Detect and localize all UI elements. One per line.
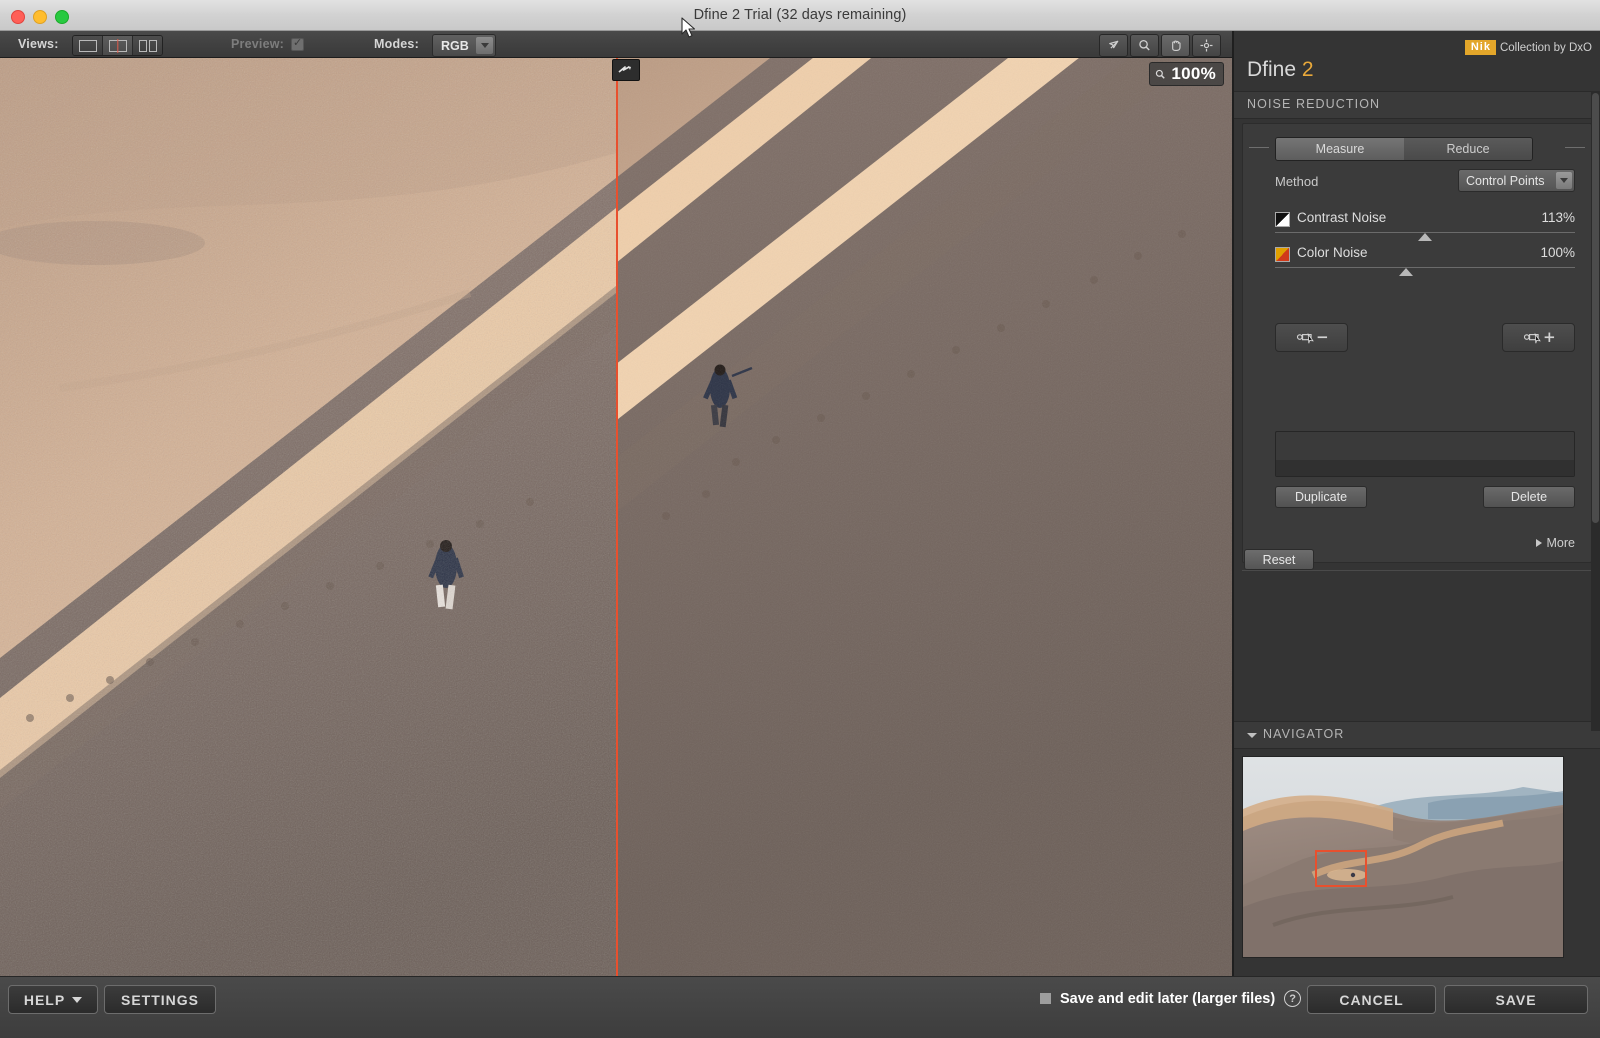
chevron-down-icon — [1556, 172, 1572, 189]
navigator-thumbnail[interactable] — [1242, 756, 1564, 958]
split-preview-divider[interactable] — [616, 58, 618, 976]
navigator-section-header[interactable]: NAVIGATOR — [1234, 721, 1600, 749]
panel-scrollbar[interactable] — [1591, 91, 1600, 731]
window-title: Dfine 2 Trial (32 days remaining) — [0, 7, 1600, 23]
remove-control-point-button[interactable] — [1275, 323, 1348, 352]
contrast-noise-value: 113% — [1541, 210, 1575, 225]
panel-scrollbar-thumb[interactable] — [1592, 93, 1599, 523]
modes-label: Modes: — [374, 37, 419, 51]
modes-select[interactable]: RGB — [432, 34, 496, 57]
method-select[interactable]: Control Points — [1458, 169, 1575, 192]
views-label: Views: — [18, 37, 59, 51]
duplicate-button[interactable]: Duplicate — [1275, 486, 1367, 508]
right-side-panel: Nik Collection by DxO Dfine 2 NOISE REDU… — [1232, 31, 1600, 976]
dune-photo-after — [616, 58, 1232, 976]
settings-button[interactable]: SETTINGS — [104, 985, 216, 1014]
split-divider-handle[interactable] — [612, 59, 640, 81]
magnifier-icon — [1137, 38, 1152, 53]
contrast-noise-label: Contrast Noise — [1297, 210, 1386, 225]
dual-pane-icon — [139, 40, 157, 52]
navigator-image — [1243, 757, 1563, 957]
plugin-title: Dfine 2 — [1247, 58, 1314, 82]
preview-after-pane — [616, 58, 1232, 976]
image-preview-canvas[interactable]: 100% — [0, 58, 1232, 976]
save-and-edit-later-option[interactable]: Save and edit later (larger files) ? — [1040, 990, 1301, 1007]
window-title-bar: Dfine 2 Trial (32 days remaining) — [0, 0, 1600, 31]
color-noise-thumb[interactable] — [1399, 268, 1413, 276]
pan-tool-button[interactable] — [1161, 34, 1190, 57]
split-view-button[interactable] — [103, 36, 133, 55]
color-noise-swatch — [1275, 247, 1290, 262]
tab-left-rule — [1249, 147, 1269, 148]
color-noise-label: Color Noise — [1297, 245, 1368, 260]
reset-button[interactable]: Reset — [1244, 549, 1314, 570]
add-control-point-button[interactable] — [1502, 323, 1575, 352]
question-mark-icon[interactable]: ? — [1284, 990, 1301, 1007]
preview-checkbox[interactable] — [291, 38, 304, 51]
more-label: More — [1547, 536, 1575, 550]
preview-label: Preview: — [231, 37, 284, 51]
save-later-label: Save and edit later (larger files) — [1060, 991, 1275, 1007]
zoom-level-badge[interactable]: 100% — [1149, 62, 1224, 86]
pointer-tool-button[interactable] — [1099, 34, 1128, 57]
tool-button-group — [1099, 34, 1221, 57]
control-point-tool-button[interactable] — [1192, 34, 1221, 57]
tab-measure[interactable]: Measure — [1276, 138, 1404, 160]
single-view-button[interactable] — [73, 36, 103, 55]
zoom-tool-button[interactable] — [1130, 34, 1159, 57]
single-pane-icon — [79, 40, 97, 52]
navigator-title: NAVIGATOR — [1263, 727, 1344, 741]
chevron-right-icon — [1536, 539, 1542, 547]
modes-value: RGB — [433, 39, 469, 53]
method-label: Method — [1275, 174, 1318, 189]
help-label: HELP — [24, 992, 65, 1008]
color-noise-value: 100% — [1540, 245, 1575, 260]
chevron-down-icon — [72, 997, 82, 1003]
control-point-minus-icon — [1296, 330, 1328, 346]
zoom-level-value: 100% — [1171, 64, 1216, 84]
cancel-button[interactable]: CANCEL — [1307, 985, 1436, 1014]
control-point-list[interactable] — [1275, 431, 1575, 477]
delete-button[interactable]: Delete — [1483, 486, 1575, 508]
nik-collection-logo: Nik Collection by DxO — [1465, 40, 1592, 55]
split-drag-icon — [617, 64, 635, 76]
contrast-noise-thumb[interactable] — [1418, 233, 1432, 241]
control-point-plus-icon — [1523, 330, 1555, 346]
plugin-version: 2 — [1302, 58, 1314, 81]
nik-logo-mark: Nik — [1465, 40, 1496, 55]
dune-photo-before — [0, 58, 616, 976]
noise-reduction-section-header: NOISE REDUCTION — [1234, 91, 1600, 119]
color-noise-track[interactable] — [1275, 267, 1575, 268]
chevron-down-icon — [476, 37, 493, 54]
reset-separator — [1242, 570, 1592, 571]
control-point-icon — [1199, 38, 1214, 53]
dfine-application-window: Dfine 2 Trial (32 days remaining) Views:… — [0, 0, 1600, 1038]
method-value: Control Points — [1459, 174, 1545, 188]
more-toggle[interactable]: More — [1536, 536, 1575, 550]
plugin-name: Dfine — [1247, 58, 1296, 81]
magnifier-icon — [1154, 68, 1167, 81]
section-title: NOISE REDUCTION — [1247, 97, 1380, 111]
measure-reduce-tabs: Measure Reduce — [1275, 137, 1533, 161]
hand-icon — [1168, 38, 1183, 53]
help-button[interactable]: HELP — [8, 985, 98, 1014]
view-mode-group — [72, 35, 163, 56]
contrast-noise-swatch — [1275, 212, 1290, 227]
tab-right-rule — [1565, 147, 1585, 148]
preview-before-pane — [0, 58, 616, 976]
save-later-checkbox[interactable] — [1040, 993, 1051, 1004]
chevron-down-icon — [1247, 733, 1257, 738]
side-by-side-view-button[interactable] — [133, 36, 162, 55]
noise-reduction-panel-body: Measure Reduce Method Control Points Con… — [1242, 123, 1592, 563]
nik-logo-text: Collection by DxO — [1500, 42, 1592, 54]
tab-reduce[interactable]: Reduce — [1404, 138, 1532, 160]
save-button[interactable]: SAVE — [1444, 985, 1588, 1014]
split-pane-icon — [109, 40, 127, 52]
bottom-action-bar: HELP SETTINGS Save and edit later (large… — [0, 976, 1600, 1038]
arrow-cursor-icon — [1106, 38, 1121, 53]
navigator-viewport-rect[interactable] — [1315, 850, 1367, 887]
